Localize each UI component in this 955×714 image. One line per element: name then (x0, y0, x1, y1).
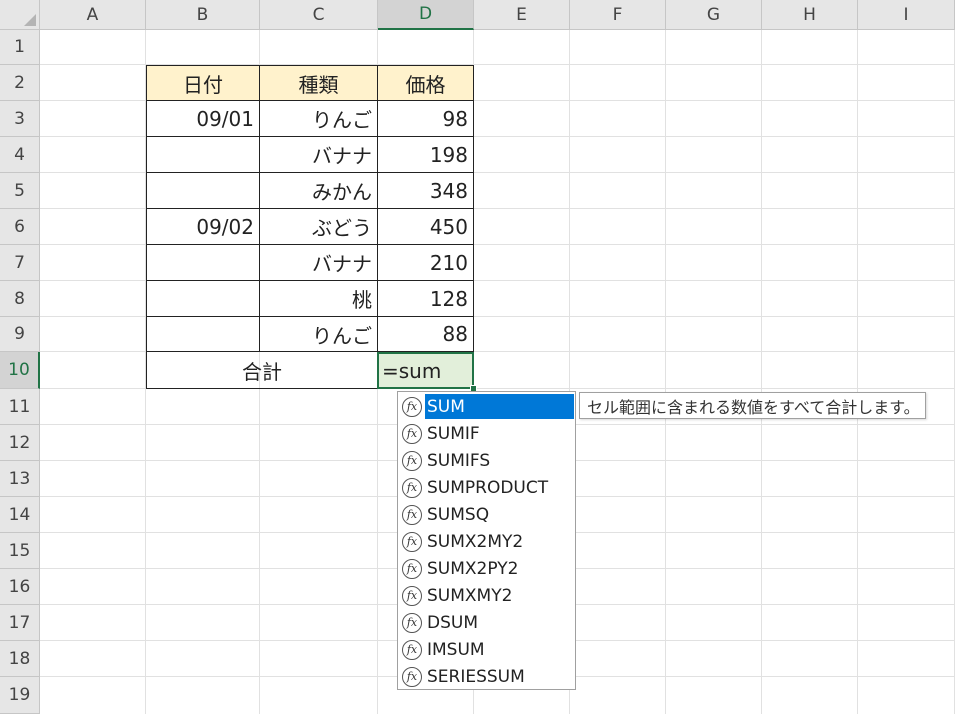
row-header-12[interactable]: 12 (0, 425, 40, 461)
select-all-corner[interactable] (0, 0, 40, 30)
row-header-1[interactable]: 1 (0, 30, 40, 65)
autocomplete-item-label: SUMX2MY2 (427, 531, 524, 552)
kind-cell[interactable]: バナナ (260, 245, 378, 281)
row-header-15[interactable]: 15 (0, 533, 40, 569)
column-header-a[interactable]: A (40, 0, 146, 30)
autocomplete-item-label: SUMSQ (427, 504, 490, 525)
function-fx-icon: fx (402, 558, 422, 579)
autocomplete-item-label: SERIESSUM (427, 666, 525, 687)
autocomplete-item[interactable]: fx SUM (400, 393, 574, 420)
date-cell[interactable] (146, 317, 260, 352)
date-cell[interactable] (146, 245, 260, 281)
kind-cell[interactable]: 桃 (260, 281, 378, 317)
header-cell-date[interactable]: 日付 (146, 65, 260, 101)
function-fx-icon: fx (402, 504, 422, 525)
row-header-11[interactable]: 11 (0, 389, 40, 425)
date-cell[interactable] (146, 281, 260, 317)
column-header-b[interactable]: B (146, 0, 260, 30)
autocomplete-item[interactable]: fx SUMSQ (400, 501, 574, 528)
function-fx-icon: fx (402, 612, 422, 633)
column-header-h[interactable]: H (762, 0, 858, 30)
row-header-10[interactable]: 10 (0, 352, 40, 389)
price-cell[interactable]: 348 (378, 173, 474, 209)
function-autocomplete-list[interactable]: fx SUM fx SUMIF fx SUMIFS fx SUMPRODUCT fx SUMSQ f… (397, 391, 576, 690)
function-fx-icon: fx (402, 585, 422, 606)
row-header-19[interactable]: 19 (0, 677, 40, 714)
price-cell[interactable]: 128 (378, 281, 474, 317)
row-header-13[interactable]: 13 (0, 461, 40, 497)
row-header-2[interactable]: 2 (0, 65, 40, 101)
function-tooltip: セル範囲に含まれる数値をすべて合計します。 (579, 392, 926, 419)
formula-edit-cell[interactable]: =sum (377, 352, 474, 389)
header-cell-price[interactable]: 価格 (378, 65, 474, 101)
autocomplete-item-label: SUMIF (427, 423, 480, 444)
date-cell[interactable] (146, 137, 260, 173)
kind-cell[interactable]: りんご (260, 101, 378, 137)
function-fx-icon: fx (402, 639, 422, 660)
function-fx-icon: fx (402, 477, 422, 498)
row-header-5[interactable]: 5 (0, 173, 40, 209)
price-cell[interactable]: 98 (378, 101, 474, 137)
function-fx-icon: fx (402, 450, 422, 471)
grid-vline (857, 30, 858, 714)
kind-cell[interactable]: ぶどう (260, 209, 378, 245)
autocomplete-item-label: DSUM (427, 612, 478, 633)
price-cell[interactable]: 450 (378, 209, 474, 245)
autocomplete-item[interactable]: fx SERIESSUM (400, 663, 574, 690)
date-cell[interactable]: 09/01 (146, 101, 260, 137)
price-cell[interactable]: 198 (378, 137, 474, 173)
autocomplete-item-label: IMSUM (427, 639, 485, 660)
row-header-17[interactable]: 17 (0, 605, 40, 641)
function-fx-icon: fx (402, 531, 422, 552)
row-header-3[interactable]: 3 (0, 101, 40, 137)
row-header-9[interactable]: 9 (0, 317, 40, 352)
date-cell[interactable] (146, 173, 260, 209)
price-cell[interactable]: 210 (378, 245, 474, 281)
row-header-7[interactable]: 7 (0, 245, 40, 281)
date-cell[interactable]: 09/02 (146, 209, 260, 245)
kind-cell[interactable]: バナナ (260, 137, 378, 173)
autocomplete-item-label: SUMIFS (427, 450, 491, 471)
autocomplete-item-label: SUMX2PY2 (427, 558, 519, 579)
kind-cell[interactable]: りんご (260, 317, 378, 352)
autocomplete-item[interactable]: fx SUMIFS (400, 447, 574, 474)
row-header-8[interactable]: 8 (0, 281, 40, 317)
select-all-triangle-icon (24, 14, 36, 26)
function-fx-icon: fx (402, 423, 422, 444)
grid-vline (665, 30, 666, 714)
total-label-cell[interactable]: 合計 (146, 352, 378, 389)
column-header-e[interactable]: E (474, 0, 570, 30)
column-header-c[interactable]: C (260, 0, 378, 30)
autocomplete-item-label: SUMPRODUCT (427, 477, 549, 498)
function-fx-icon: fx (402, 396, 422, 417)
autocomplete-item-label: SUMXMY2 (427, 585, 513, 606)
grid-vline (761, 30, 762, 714)
autocomplete-item[interactable]: fx IMSUM (400, 636, 574, 663)
autocomplete-item[interactable]: fx SUMIF (400, 420, 574, 447)
row-header-4[interactable]: 4 (0, 137, 40, 173)
autocomplete-item[interactable]: fx SUMX2PY2 (400, 555, 574, 582)
row-header-18[interactable]: 18 (0, 641, 40, 677)
autocomplete-item[interactable]: fx SUMPRODUCT (400, 474, 574, 501)
row-header-6[interactable]: 6 (0, 209, 40, 245)
autocomplete-item[interactable]: fx DSUM (400, 609, 574, 636)
column-header-g[interactable]: G (666, 0, 762, 30)
autocomplete-item-label: SUM (425, 394, 574, 419)
formula-input-text: =sum (382, 358, 442, 383)
price-cell[interactable]: 88 (378, 317, 474, 352)
autocomplete-item[interactable]: fx SUMXMY2 (400, 582, 574, 609)
kind-cell[interactable]: みかん (260, 173, 378, 209)
row-header-16[interactable]: 16 (0, 569, 40, 605)
function-fx-icon: fx (402, 666, 422, 687)
column-header-f[interactable]: F (570, 0, 666, 30)
column-header-d[interactable]: D (378, 0, 474, 30)
header-cell-kind[interactable]: 種類 (260, 65, 378, 101)
row-header-14[interactable]: 14 (0, 497, 40, 533)
autocomplete-item[interactable]: fx SUMX2MY2 (400, 528, 574, 555)
column-header-i[interactable]: I (858, 0, 955, 30)
